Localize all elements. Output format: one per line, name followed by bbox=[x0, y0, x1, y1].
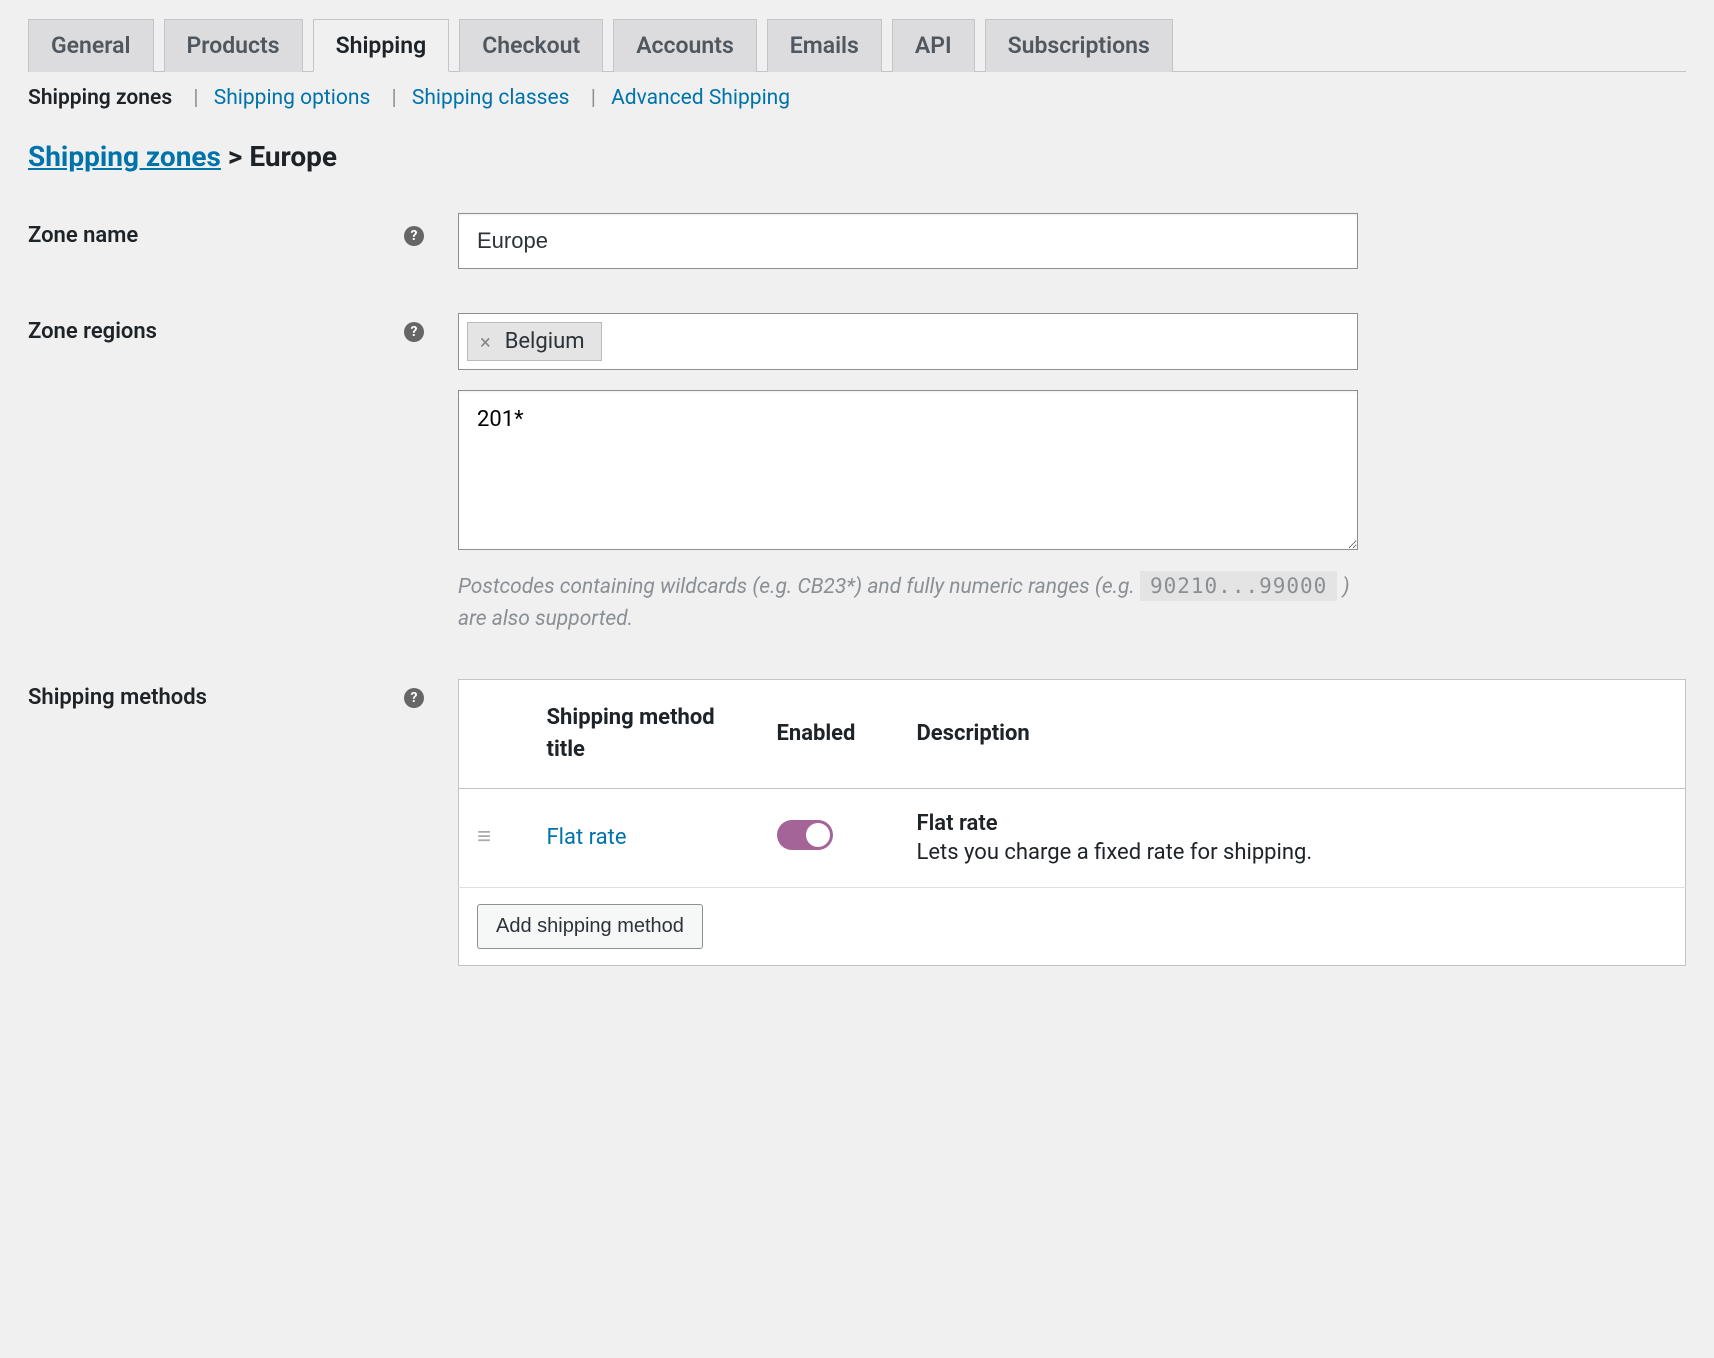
tab-subscriptions[interactable]: Subscriptions bbox=[985, 19, 1173, 72]
tab-shipping[interactable]: Shipping bbox=[313, 19, 450, 72]
hint-code: 90210...99000 bbox=[1140, 571, 1337, 601]
hint-text: Postcodes containing wildcards (e.g. CB2… bbox=[458, 575, 1140, 599]
separator: | bbox=[591, 86, 596, 110]
tab-emails[interactable]: Emails bbox=[767, 19, 882, 72]
method-title-link[interactable]: Flat rate bbox=[547, 825, 627, 850]
zone-regions-select[interactable]: × Belgium bbox=[458, 313, 1358, 370]
breadcrumb-separator: > bbox=[228, 140, 242, 173]
drag-handle-icon[interactable]: ≡ bbox=[477, 833, 493, 839]
zone-name-input[interactable] bbox=[458, 213, 1358, 269]
separator: | bbox=[193, 86, 198, 110]
subtab-shipping-zones[interactable]: Shipping zones bbox=[28, 86, 172, 110]
zone-name-label: Zone name bbox=[28, 223, 138, 248]
breadcrumb: Shipping zones > Europe bbox=[28, 140, 1686, 173]
region-tag-label: Belgium bbox=[505, 329, 585, 354]
tab-general[interactable]: General bbox=[28, 19, 154, 72]
breadcrumb-root-link[interactable]: Shipping zones bbox=[28, 140, 221, 173]
add-shipping-method-button[interactable]: Add shipping method bbox=[477, 904, 703, 949]
column-enabled: Enabled bbox=[759, 680, 899, 789]
tab-products[interactable]: Products bbox=[164, 19, 303, 72]
method-desc-title: Flat rate bbox=[917, 811, 1668, 836]
postcodes-textarea[interactable] bbox=[458, 390, 1358, 550]
method-desc-body: Lets you charge a fixed rate for shippin… bbox=[917, 840, 1668, 865]
table-row: ≡ Flat rate Flat rate Lets you charge a … bbox=[459, 788, 1686, 887]
subtab-advanced-shipping[interactable]: Advanced Shipping bbox=[611, 86, 790, 110]
zone-regions-label: Zone regions bbox=[28, 319, 157, 344]
tab-accounts[interactable]: Accounts bbox=[613, 19, 757, 72]
toggle-knob bbox=[806, 823, 830, 847]
subtab-shipping-classes[interactable]: Shipping classes bbox=[412, 86, 570, 110]
postcodes-hint: Postcodes containing wildcards (e.g. CB2… bbox=[458, 571, 1358, 635]
help-icon[interactable]: ? bbox=[404, 322, 424, 342]
tab-checkout[interactable]: Checkout bbox=[459, 19, 603, 72]
enabled-toggle[interactable] bbox=[777, 820, 833, 850]
breadcrumb-current: Europe bbox=[249, 140, 337, 173]
column-title: Shipping method title bbox=[529, 680, 759, 789]
remove-tag-icon[interactable]: × bbox=[480, 330, 491, 354]
shipping-methods-label: Shipping methods bbox=[28, 685, 207, 710]
subtab-shipping-options[interactable]: Shipping options bbox=[214, 86, 371, 110]
column-description: Description bbox=[899, 680, 1686, 789]
shipping-methods-table: Shipping method title Enabled Descriptio… bbox=[458, 679, 1686, 966]
help-icon[interactable]: ? bbox=[404, 688, 424, 708]
settings-tabs: General Products Shipping Checkout Accou… bbox=[28, 18, 1686, 72]
help-icon[interactable]: ? bbox=[404, 226, 424, 246]
separator: | bbox=[392, 86, 397, 110]
column-handle bbox=[459, 680, 529, 789]
shipping-subtabs: Shipping zones | Shipping options | Ship… bbox=[28, 72, 1686, 140]
tab-api[interactable]: API bbox=[892, 19, 975, 72]
region-tag: × Belgium bbox=[467, 322, 602, 361]
